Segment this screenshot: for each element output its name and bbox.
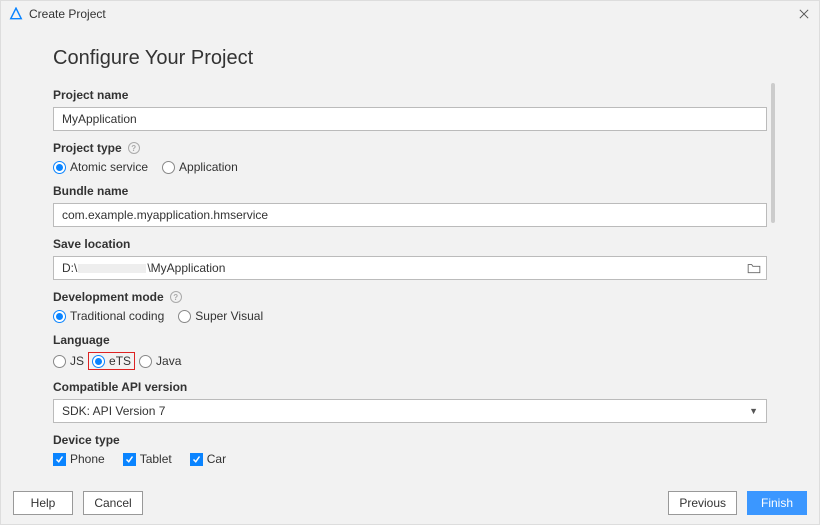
bundle-name-label: Bundle name [53,184,767,198]
finish-button[interactable]: Finish [747,491,807,515]
project-type-label-text: Project type [53,141,122,155]
content-area: Configure Your Project Project name Proj… [1,27,819,482]
save-location-wrap: D:\ \MyApplication [53,256,767,280]
radio-super-visual[interactable]: Super Visual [178,309,263,323]
project-type-radios: Atomic service Application [53,160,767,174]
api-version-value: SDK: API Version 7 [62,404,165,418]
check-label: Phone [70,452,105,466]
scrollbar[interactable] [771,83,775,223]
highlight-ets: eTS [88,352,135,370]
check-phone[interactable]: Phone [53,452,105,466]
dev-mode-label: Development mode ? [53,290,767,304]
radio-js[interactable]: JS [53,354,84,368]
check-tablet[interactable]: Tablet [123,452,172,466]
device-type-label: Device type [53,433,767,447]
bundle-name-input[interactable] [53,203,767,227]
save-location-label: Save location [53,237,767,251]
project-name-label: Project name [53,88,767,102]
radio-icon [53,355,66,368]
radio-application[interactable]: Application [162,160,238,174]
radio-icon [139,355,152,368]
footer: Help Cancel Previous Finish [1,482,819,524]
project-name-input[interactable] [53,107,767,131]
folder-icon[interactable] [747,262,761,274]
help-button[interactable]: Help [13,491,73,515]
radio-label: eTS [109,354,131,368]
radio-label: Java [156,354,181,368]
radio-label: JS [70,354,84,368]
check-label: Car [207,452,226,466]
save-location-masked [78,264,146,273]
close-icon[interactable] [797,7,811,21]
api-version-select[interactable]: SDK: API Version 7 ▼ [53,399,767,423]
api-version-label: Compatible API version [53,380,767,394]
device-type-checks: Phone Tablet Car [53,452,767,466]
page-title: Configure Your Project [53,47,767,70]
language-label: Language [53,333,767,347]
radio-icon [53,161,66,174]
project-type-label: Project type ? [53,141,767,155]
radio-label: Application [179,160,238,174]
radio-atomic-service[interactable]: Atomic service [53,160,148,174]
radio-icon [162,161,175,174]
title-bar: Create Project [1,1,819,27]
radio-label: Traditional coding [70,309,164,323]
app-logo-icon [9,7,23,21]
save-location-input[interactable]: D:\ \MyApplication [53,256,767,280]
radio-icon [92,355,105,368]
cancel-button[interactable]: Cancel [83,491,143,515]
previous-button[interactable]: Previous [668,491,737,515]
radio-ets[interactable]: eTS [92,354,131,368]
radio-java[interactable]: Java [139,354,181,368]
check-car[interactable]: Car [190,452,226,466]
radio-icon [53,310,66,323]
check-label: Tablet [140,452,172,466]
radio-icon [178,310,191,323]
help-icon[interactable]: ? [170,291,182,303]
save-location-prefix: D:\ [62,261,77,275]
language-radios: JS eTS Java [53,352,767,370]
dev-mode-radios: Traditional coding Super Visual [53,309,767,323]
window-title: Create Project [29,7,797,21]
checkbox-icon [123,453,136,466]
chevron-down-icon: ▼ [749,406,758,416]
radio-traditional-coding[interactable]: Traditional coding [53,309,164,323]
radio-label: Super Visual [195,309,263,323]
checkbox-icon [190,453,203,466]
radio-label: Atomic service [70,160,148,174]
help-icon[interactable]: ? [128,142,140,154]
save-location-suffix: \MyApplication [147,261,225,275]
checkbox-icon [53,453,66,466]
dev-mode-label-text: Development mode [53,290,164,304]
